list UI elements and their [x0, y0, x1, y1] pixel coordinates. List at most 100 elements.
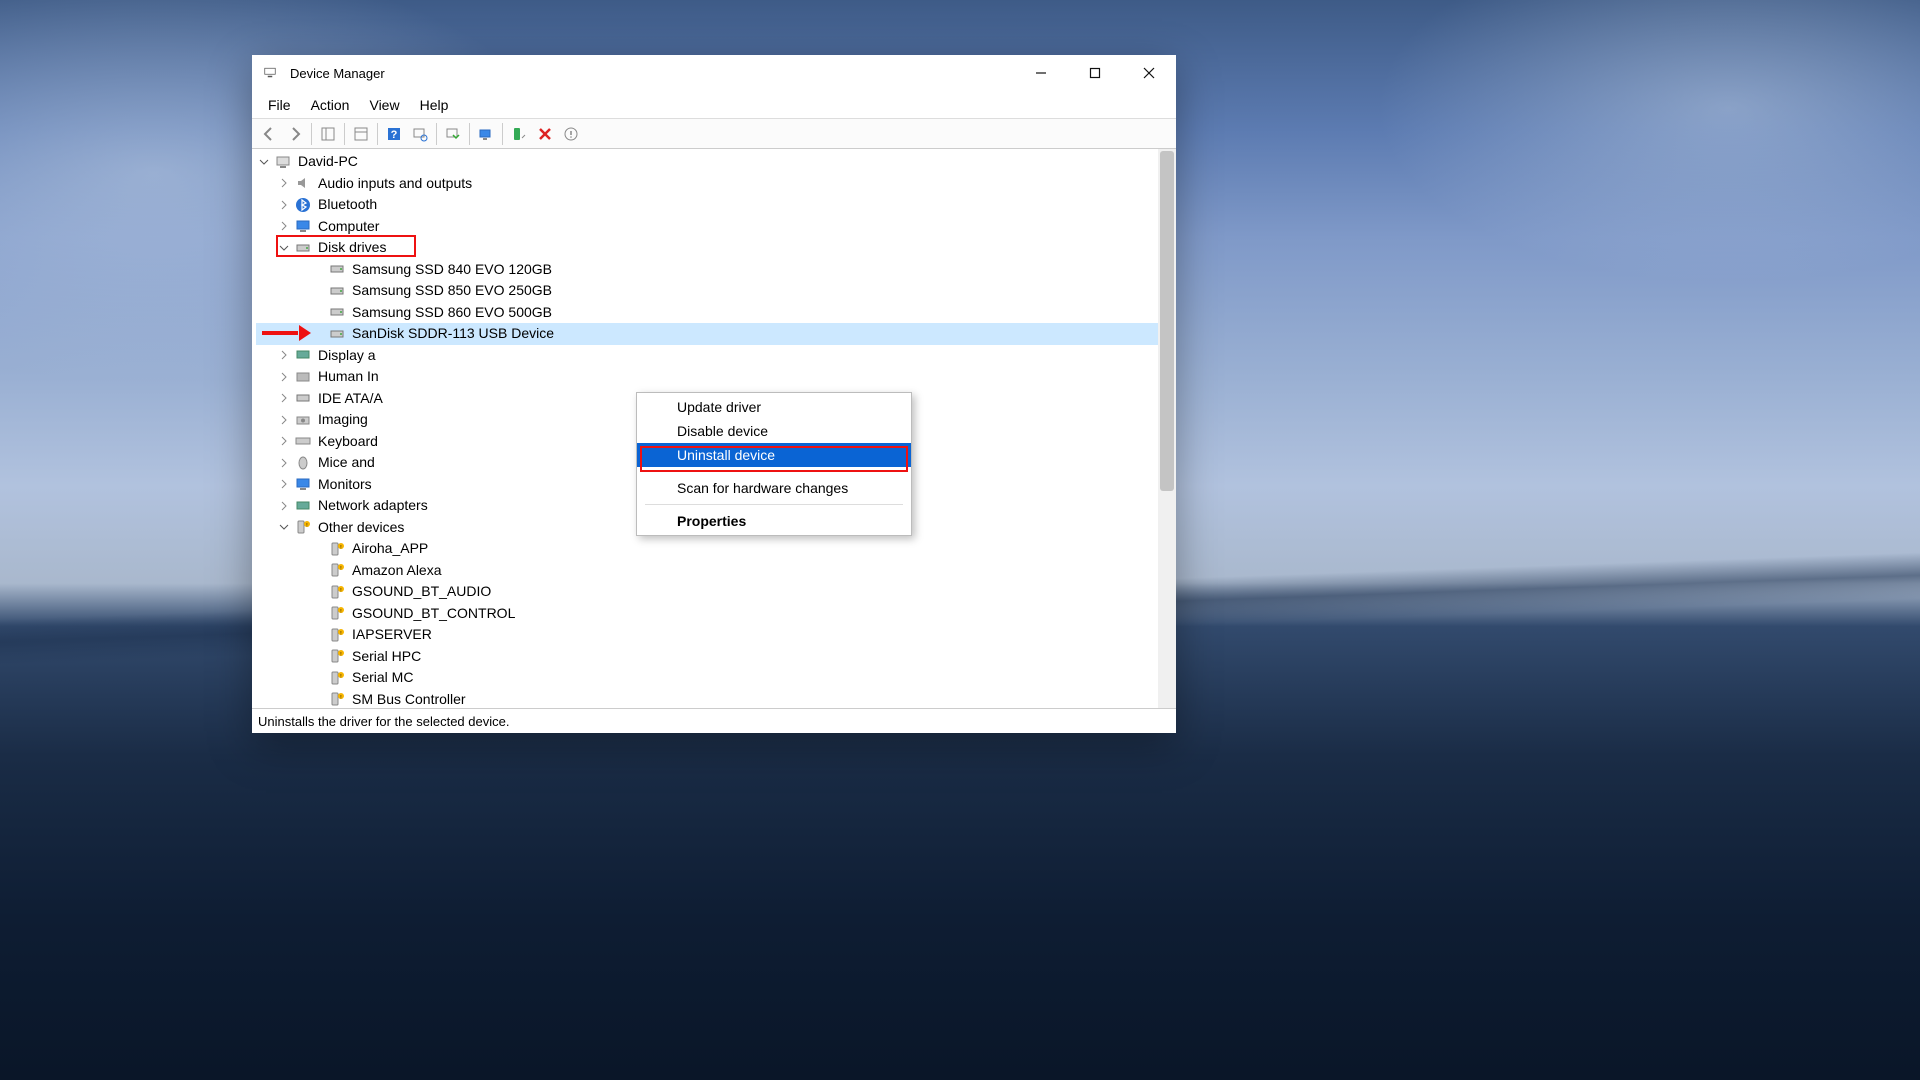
- maximize-button[interactable]: [1068, 55, 1122, 91]
- svg-text:!: !: [340, 695, 341, 701]
- disk-item-selected[interactable]: SanDisk SDDR-113 USB Device: [256, 323, 1158, 345]
- chevron-down-icon[interactable]: [278, 521, 290, 533]
- category-display[interactable]: Display a: [256, 345, 1158, 367]
- ctx-uninstall-device[interactable]: Uninstall device: [637, 443, 911, 467]
- vertical-scrollbar[interactable]: [1158, 149, 1176, 708]
- other-device-item[interactable]: !Serial HPC: [256, 646, 1158, 668]
- chevron-right-icon[interactable]: [278, 177, 290, 189]
- chevron-right-icon[interactable]: [278, 500, 290, 512]
- speaker-icon: [294, 175, 312, 191]
- chevron-down-icon[interactable]: [278, 242, 290, 254]
- other-device-item[interactable]: !SM Bus Controller: [256, 689, 1158, 709]
- svg-text:!: !: [340, 545, 341, 551]
- tree-root[interactable]: David-PC: [256, 151, 1158, 173]
- toolbar: ?: [252, 119, 1176, 149]
- disk-icon: [328, 261, 346, 277]
- disk-item[interactable]: Samsung SSD 860 EVO 500GB: [256, 302, 1158, 324]
- disk-item[interactable]: Samsung SSD 840 EVO 120GB: [256, 259, 1158, 281]
- category-hid[interactable]: Human In: [256, 366, 1158, 388]
- camera-icon: [294, 412, 312, 428]
- chevron-right-icon[interactable]: [278, 199, 290, 211]
- mouse-icon: [294, 455, 312, 471]
- ctx-disable-device[interactable]: Disable device: [637, 419, 911, 443]
- ctx-separator: [645, 471, 903, 472]
- chevron-right-icon[interactable]: [278, 457, 290, 469]
- enable-device-button[interactable]: [473, 121, 499, 147]
- svg-text:!: !: [340, 566, 341, 572]
- svg-text:!: !: [340, 609, 341, 615]
- scan-hardware-button[interactable]: [407, 121, 433, 147]
- chevron-right-icon[interactable]: [278, 478, 290, 490]
- disable-device-button[interactable]: [506, 121, 532, 147]
- status-text: Uninstalls the driver for the selected d…: [258, 714, 509, 729]
- chevron-right-icon[interactable]: [278, 392, 290, 404]
- scrollbar-thumb[interactable]: [1160, 151, 1174, 491]
- unknown-device-icon: !: [328, 541, 346, 557]
- chevron-right-icon[interactable]: [278, 349, 290, 361]
- window-title: Device Manager: [290, 66, 385, 81]
- svg-text:!: !: [340, 631, 341, 637]
- category-computer[interactable]: Computer: [256, 216, 1158, 238]
- device-manager-window: Device Manager File Action View Help ?: [252, 55, 1176, 733]
- action-button[interactable]: [558, 121, 584, 147]
- menu-file[interactable]: File: [260, 95, 299, 115]
- unknown-device-icon: !: [328, 605, 346, 621]
- disk-icon: [328, 304, 346, 320]
- hid-icon: [294, 369, 312, 385]
- menu-view[interactable]: View: [361, 95, 407, 115]
- network-icon: [294, 498, 312, 514]
- show-hide-tree-button[interactable]: [315, 121, 341, 147]
- bluetooth-icon: [294, 197, 312, 213]
- help-button[interactable]: ?: [381, 121, 407, 147]
- display-adapter-icon: [294, 347, 312, 363]
- category-disk-drives[interactable]: Disk drives: [256, 237, 1158, 259]
- disk-icon: [328, 283, 346, 299]
- disk-icon: [328, 326, 346, 342]
- ctx-update-driver[interactable]: Update driver: [637, 395, 911, 419]
- uninstall-device-button[interactable]: [532, 121, 558, 147]
- ctx-scan-hardware[interactable]: Scan for hardware changes: [637, 476, 911, 500]
- menu-action[interactable]: Action: [303, 95, 358, 115]
- disk-item[interactable]: Samsung SSD 850 EVO 250GB: [256, 280, 1158, 302]
- other-device-item[interactable]: !IAPSERVER: [256, 624, 1158, 646]
- properties-button[interactable]: [348, 121, 374, 147]
- svg-text:!: !: [340, 588, 341, 594]
- menu-help[interactable]: Help: [412, 95, 457, 115]
- statusbar: Uninstalls the driver for the selected d…: [252, 709, 1176, 733]
- disk-icon: [294, 240, 312, 256]
- other-device-item[interactable]: !Amazon Alexa: [256, 560, 1158, 582]
- update-driver-button[interactable]: [440, 121, 466, 147]
- unknown-device-icon: !: [294, 519, 312, 535]
- other-device-item[interactable]: !GSOUND_BT_CONTROL: [256, 603, 1158, 625]
- unknown-device-icon: !: [328, 562, 346, 578]
- category-bluetooth[interactable]: Bluetooth: [256, 194, 1158, 216]
- app-icon: [264, 65, 280, 81]
- other-device-item[interactable]: !Airoha_APP: [256, 538, 1158, 560]
- monitor-icon: [294, 476, 312, 492]
- chevron-right-icon[interactable]: [278, 220, 290, 232]
- svg-text:!: !: [340, 652, 341, 658]
- unknown-device-icon: !: [328, 670, 346, 686]
- svg-text:!: !: [306, 523, 307, 529]
- ide-icon: [294, 390, 312, 406]
- unknown-device-icon: !: [328, 627, 346, 643]
- chevron-right-icon[interactable]: [278, 435, 290, 447]
- other-device-item[interactable]: !Serial MC: [256, 667, 1158, 689]
- context-menu: Update driver Disable device Uninstall d…: [636, 392, 912, 536]
- svg-text:?: ?: [391, 129, 398, 141]
- nav-back-button[interactable]: [256, 121, 282, 147]
- ctx-properties[interactable]: Properties: [637, 509, 911, 533]
- computer-icon: [274, 154, 292, 170]
- root-label: David-PC: [298, 151, 358, 172]
- other-device-item[interactable]: !GSOUND_BT_AUDIO: [256, 581, 1158, 603]
- chevron-down-icon[interactable]: [258, 156, 270, 168]
- close-button[interactable]: [1122, 55, 1176, 91]
- minimize-button[interactable]: [1014, 55, 1068, 91]
- unknown-device-icon: !: [328, 648, 346, 664]
- chevron-right-icon[interactable]: [278, 371, 290, 383]
- unknown-device-icon: !: [328, 584, 346, 600]
- chevron-right-icon[interactable]: [278, 414, 290, 426]
- titlebar[interactable]: Device Manager: [252, 55, 1176, 91]
- category-audio[interactable]: Audio inputs and outputs: [256, 173, 1158, 195]
- nav-forward-button[interactable]: [282, 121, 308, 147]
